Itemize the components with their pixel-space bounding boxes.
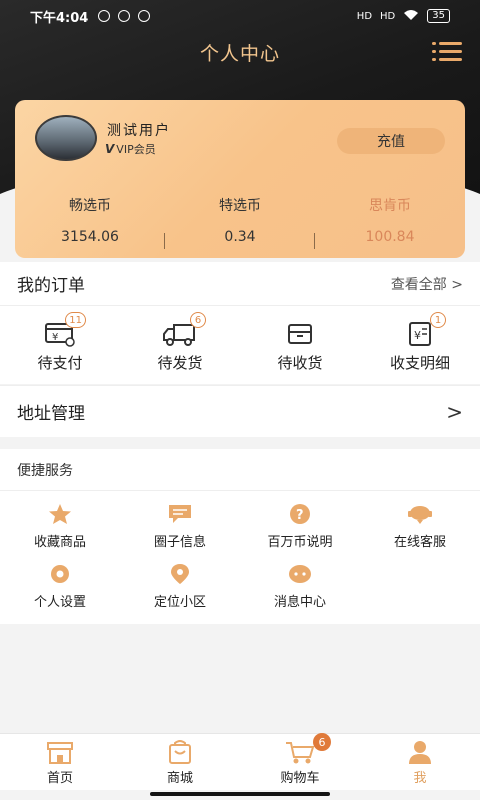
message-icon (289, 565, 311, 583)
services-grid: 收藏商品 圈子信息 ? 百万币说明 在线客服 个人设置 定位小区 消息中心 (0, 491, 480, 611)
service-coin-info[interactable]: ? 百万币说明 (240, 491, 360, 551)
chevron-right-icon: > (446, 399, 463, 424)
coin-item[interactable]: 特选币 0.34 (165, 195, 315, 249)
service-favorites[interactable]: 收藏商品 (0, 491, 120, 551)
service-settings[interactable]: 个人设置 (0, 551, 120, 611)
vip-icon: V (105, 142, 115, 156)
service-label: 在线客服 (393, 535, 446, 550)
tab-label: 我 (413, 771, 427, 786)
alarm-icon (98, 10, 111, 22)
svg-text:¥: ¥ (414, 329, 421, 342)
member-card: 测试用户 V VIP会员 充值 畅选币 3154.06 特选币 0.34 思肯币… (15, 100, 465, 258)
status-time: 下午4:04 (30, 10, 89, 26)
headset-icon (408, 506, 432, 524)
orders-section: 我的订单 查看全部 > ¥ 11 待支付 6 待发货 待收货 ¥ 1 收支明细 (0, 262, 480, 384)
package-icon (280, 320, 320, 348)
title-bar: 个人中心 (0, 32, 480, 72)
cart-icon: 6 (283, 733, 331, 765)
service-online-support[interactable]: 在线客服 (360, 491, 480, 551)
vip-label: V VIP会员 (105, 142, 156, 156)
signal-icon: HD (380, 10, 396, 22)
menu-icon (432, 42, 436, 45)
service-label: 百万币说明 (267, 535, 333, 550)
order-label: 收支明细 (389, 354, 450, 372)
signal-icon: HD (356, 10, 373, 22)
home-indicator (150, 792, 330, 796)
address-management-row[interactable]: 地址管理 > (0, 385, 480, 437)
notification-icon (138, 10, 151, 22)
order-badge: 6 (190, 312, 206, 328)
coin-balances: 畅选币 3154.06 特选币 0.34 思肯币 100.84 (15, 195, 465, 249)
service-message-center[interactable]: 消息中心 (240, 551, 360, 611)
services-section: 便捷服务 收藏商品 圈子信息 ? 百万币说明 在线客服 个人设置 定位小区 消息… (0, 449, 480, 624)
address-label: 地址管理 (17, 404, 85, 424)
order-pending-shipment[interactable]: 6 待发货 (120, 306, 240, 384)
user-icon (403, 739, 437, 765)
coin-item[interactable]: 畅选币 3154.06 (15, 195, 165, 249)
tab-label: 商城 (166, 771, 193, 786)
orders-header: 我的订单 查看全部 > (0, 262, 480, 306)
tab-cart[interactable]: 6 购物车 (240, 733, 360, 790)
shop-icon (43, 739, 77, 765)
page-title: 个人中心 (199, 42, 280, 65)
svg-text:?: ? (296, 508, 304, 523)
recharge-button[interactable]: 充值 (337, 128, 445, 154)
username: 测试用户 (107, 123, 171, 139)
bottom-tab-bar: 首页 商城 6 购物车 我 (0, 733, 480, 790)
avatar[interactable] (35, 115, 97, 161)
question-icon: ? (290, 504, 310, 524)
order-ledger[interactable]: ¥ 1 收支明细 (360, 306, 480, 384)
gear-icon (51, 565, 69, 583)
tab-label: 首页 (46, 771, 73, 786)
coin-item[interactable]: 思肯币 100.84 (315, 195, 465, 245)
wifi-icon (403, 9, 419, 24)
order-pending-payment[interactable]: ¥ 11 待支付 (0, 306, 120, 384)
service-label: 定位小区 (153, 595, 206, 610)
order-label: 待收货 (277, 354, 323, 372)
tab-home[interactable]: 首页 (0, 734, 120, 790)
tab-label: 购物车 (280, 771, 320, 786)
status-bar: 下午4:04 HD HD 35 (0, 0, 480, 32)
coin-value: 3154.06 (61, 229, 119, 245)
bag-icon (163, 739, 197, 765)
cart-badge: 6 (313, 733, 331, 751)
order-pending-receipt[interactable]: 待收货 (240, 306, 360, 384)
chat-icon (169, 505, 191, 523)
ledger-icon: ¥ 1 (400, 312, 446, 348)
notification-icon (118, 10, 131, 22)
service-label: 个人设置 (33, 595, 86, 610)
coin-value: 0.34 (224, 229, 256, 245)
orders-title: 我的订单 (17, 276, 85, 296)
coin-value: 100.84 (365, 229, 415, 245)
tab-mall[interactable]: 商城 (120, 734, 240, 790)
coin-name: 思肯币 (369, 198, 411, 214)
coin-name: 畅选币 (69, 198, 111, 214)
svg-text:¥: ¥ (52, 332, 58, 343)
service-circle-info[interactable]: 圈子信息 (120, 491, 240, 551)
service-label: 消息中心 (273, 595, 326, 610)
service-locate-community[interactable]: 定位小区 (120, 551, 240, 611)
order-badge: 11 (65, 312, 86, 328)
order-label: 待发货 (157, 354, 203, 372)
menu-button[interactable] (432, 40, 462, 64)
order-badge: 1 (430, 312, 446, 328)
order-status-row: ¥ 11 待支付 6 待发货 待收货 ¥ 1 收支明细 (0, 306, 480, 384)
battery-indicator: 35 (427, 9, 450, 23)
tab-me[interactable]: 我 (360, 734, 480, 790)
view-all-orders-link[interactable]: 查看全部 > (391, 274, 463, 294)
star-icon (49, 504, 71, 524)
services-title: 便捷服务 (0, 449, 480, 491)
order-label: 待支付 (37, 354, 83, 372)
location-icon (171, 564, 189, 584)
service-label: 收藏商品 (33, 535, 86, 550)
truck-icon: 6 (160, 312, 206, 348)
wallet-icon: ¥ 11 (40, 312, 86, 348)
service-label: 圈子信息 (153, 535, 206, 550)
coin-name: 特选币 (219, 198, 261, 214)
